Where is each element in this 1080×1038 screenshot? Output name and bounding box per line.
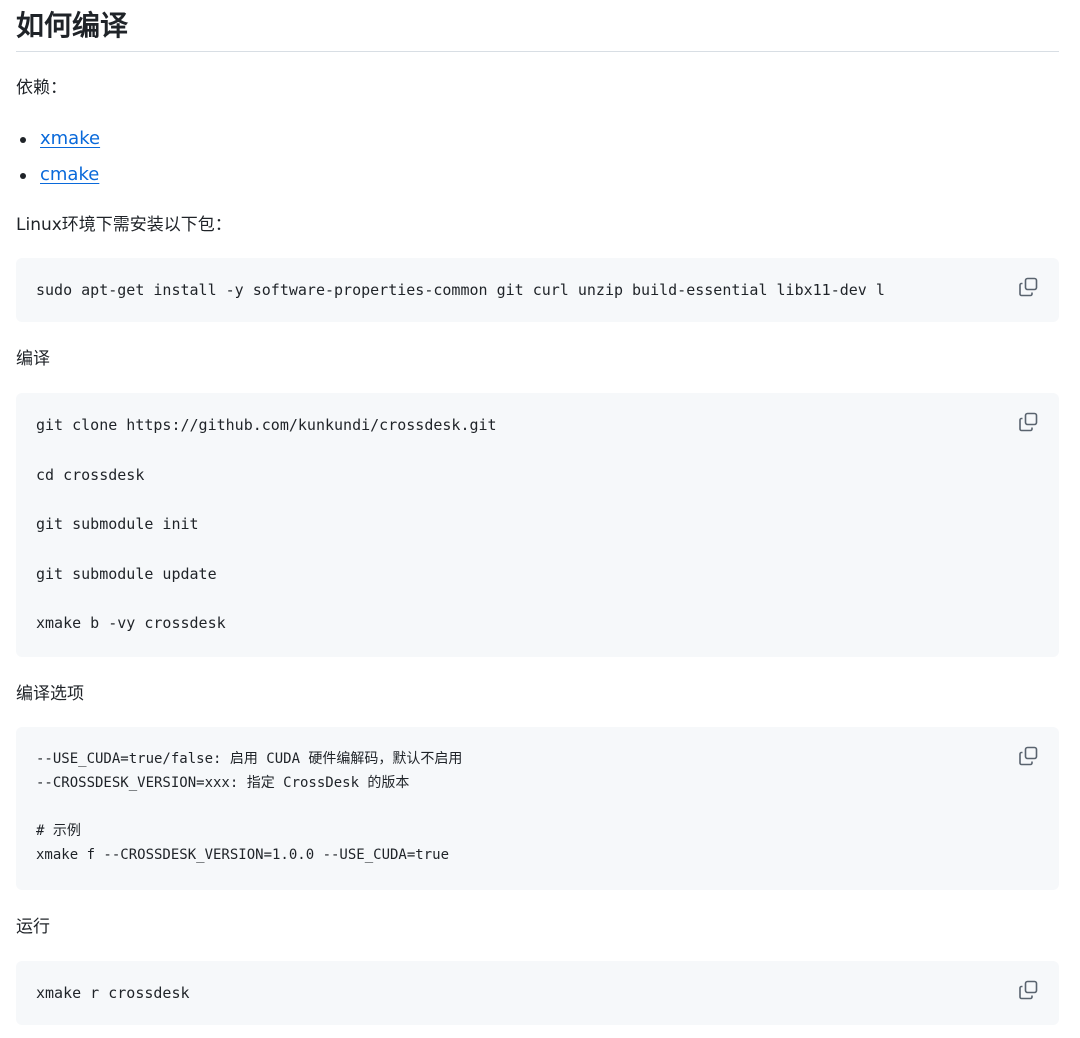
- xmake-link[interactable]: xmake: [40, 128, 100, 149]
- code-line: git submodule init: [36, 515, 199, 533]
- copy-icon[interactable]: [1017, 275, 1041, 299]
- copy-icon[interactable]: [1017, 410, 1041, 434]
- build-code-block[interactable]: git clone https://github.com/kunkundi/cr…: [16, 393, 1059, 657]
- dependencies-label: 依赖：: [16, 78, 67, 98]
- code-line: sudo apt-get install -y software-propert…: [36, 281, 885, 299]
- list-item: xmake: [20, 125, 100, 161]
- cmake-link[interactable]: cmake: [40, 164, 99, 185]
- heading-divider: [16, 51, 1059, 52]
- code-line: xmake f --CROSSDESK_VERSION=1.0.0 --USE_…: [36, 847, 450, 863]
- run-label: 运行: [16, 917, 50, 937]
- bullet-icon: [20, 137, 26, 143]
- code-line: cd crossdesk: [36, 466, 145, 484]
- list-item: cmake: [20, 161, 100, 197]
- install-code-block[interactable]: sudo apt-get install -y software-propert…: [16, 258, 1059, 322]
- run-code-block[interactable]: xmake r crossdesk: [16, 961, 1059, 1025]
- options-code-block[interactable]: --USE_CUDA=true/false: 启用 CUDA 硬件编解码，默认不…: [16, 727, 1059, 890]
- code-line: --USE_CUDA=true/false: 启用 CUDA 硬件编解码，默认不…: [36, 751, 463, 767]
- copy-icon[interactable]: [1017, 978, 1041, 1002]
- section-heading: 如何编译: [16, 9, 129, 42]
- dependency-list: xmake cmake: [20, 125, 100, 197]
- code-line: git clone https://github.com/kunkundi/cr…: [36, 416, 497, 434]
- linux-packages-label: Linux环境下需安装以下包：: [16, 215, 232, 235]
- code-line: xmake r crossdesk: [36, 984, 190, 1002]
- bullet-icon: [20, 173, 26, 179]
- build-options-label: 编译选项: [16, 684, 84, 704]
- code-line: --CROSSDESK_VERSION=xxx: 指定 CrossDesk 的版…: [36, 775, 410, 791]
- build-label: 编译: [16, 349, 50, 369]
- code-line: git submodule update: [36, 565, 217, 583]
- code-line: # 示例: [36, 823, 81, 839]
- copy-icon[interactable]: [1017, 744, 1041, 768]
- code-line: xmake b -vy crossdesk: [36, 614, 226, 632]
- readme-section: 如何编译 依赖： xmake cmake Linux环境下需安装以下包： sud…: [0, 0, 1080, 1038]
